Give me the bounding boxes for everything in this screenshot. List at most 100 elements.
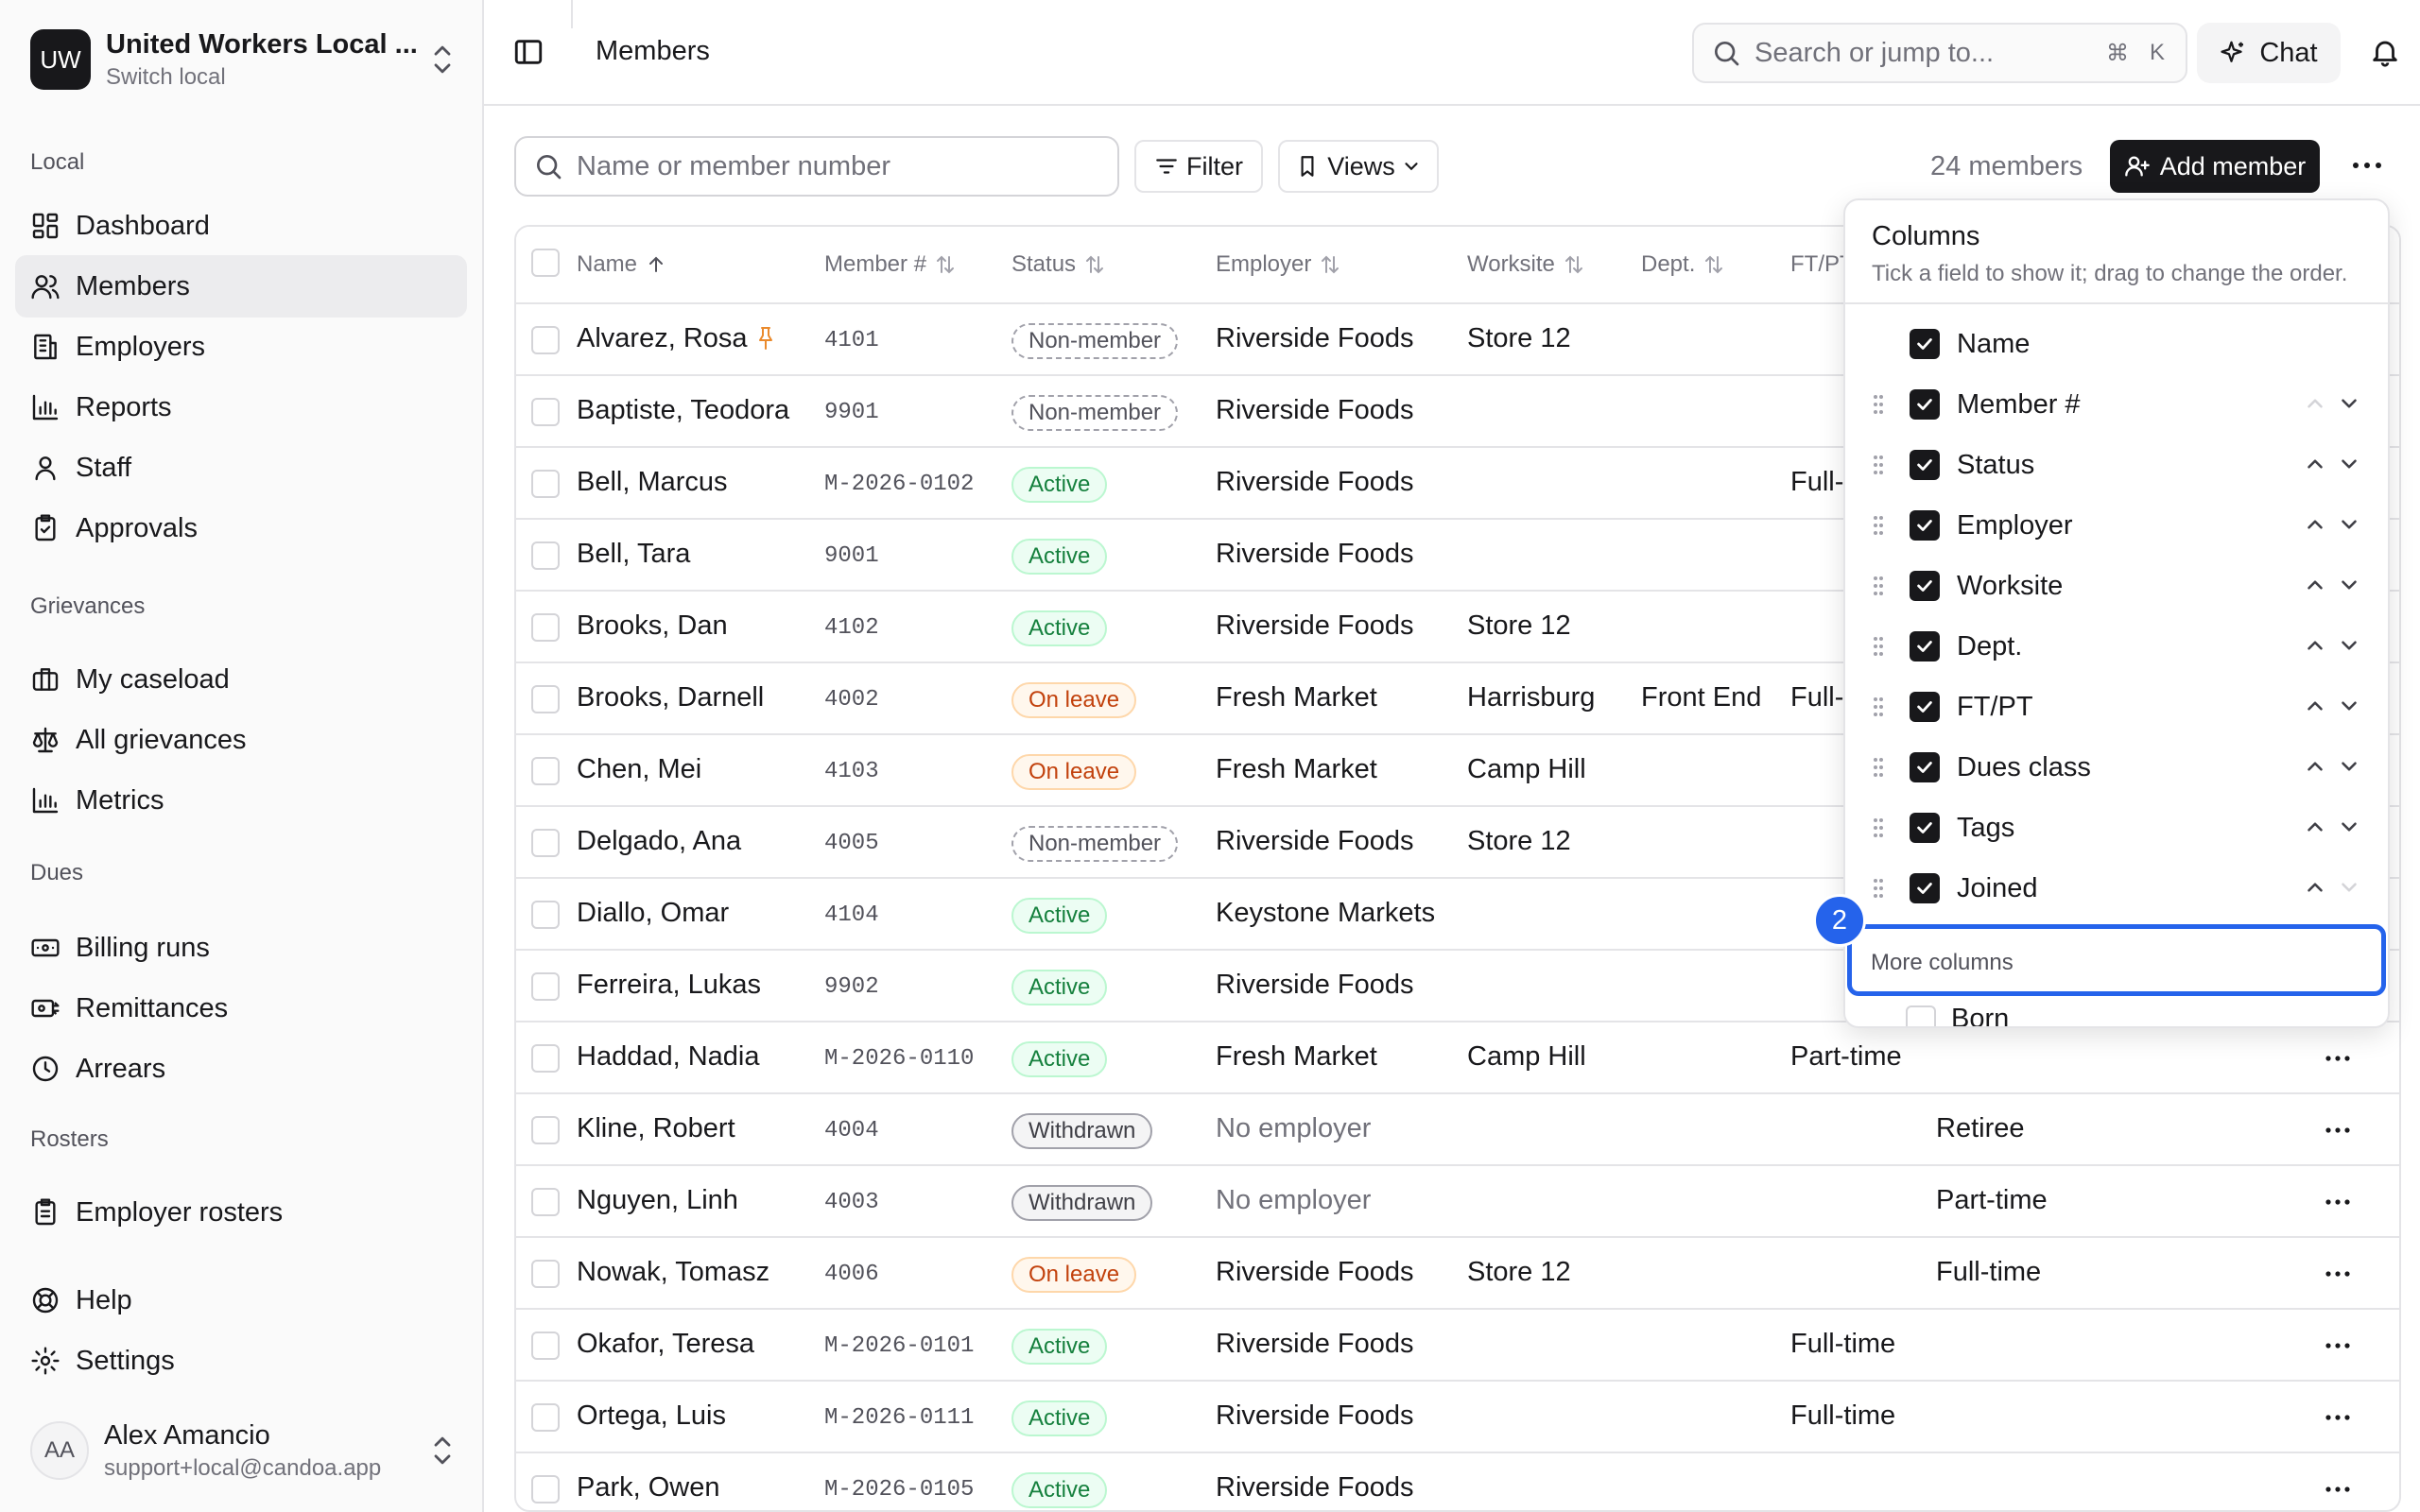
column-checkbox[interactable] xyxy=(1906,1005,1936,1026)
header-worksite[interactable]: Worksite xyxy=(1467,251,1585,278)
row-checkbox[interactable] xyxy=(531,972,560,1001)
column-option-dept[interactable]: Dept. xyxy=(1845,616,2388,677)
member-name[interactable]: Ortega, Luis xyxy=(577,1400,726,1432)
row-more-icon[interactable] xyxy=(2324,1194,2352,1210)
sidebar-item-employer-rosters[interactable]: Employer rosters xyxy=(15,1181,467,1244)
table-row[interactable]: Park, Owen M-2026-0105 Active Riverside Foo… xyxy=(516,1453,2399,1510)
sidebar-item-employers[interactable]: Employers xyxy=(15,316,467,378)
sidebar-item-my-caseload[interactable]: My caseload xyxy=(15,648,467,711)
column-option-member[interactable]: Member # xyxy=(1845,374,2388,435)
sidebar-item-reports[interactable]: Reports xyxy=(15,376,467,438)
move-down-icon[interactable] xyxy=(2337,875,2361,900)
row-checkbox[interactable] xyxy=(531,398,560,426)
bell-icon[interactable] xyxy=(2369,36,2401,68)
member-name[interactable]: Nowak, Tomasz xyxy=(577,1257,769,1288)
sidebar-item-help[interactable]: Help xyxy=(15,1269,467,1332)
table-row[interactable]: Haddad, Nadia M-2026-0110 Active Fresh Mark… xyxy=(516,1022,2399,1094)
column-option-born[interactable]: Born xyxy=(1845,1000,2388,1026)
table-row[interactable]: Ortega, Luis M-2026-0111 Active Riverside F… xyxy=(516,1382,2399,1453)
row-checkbox[interactable] xyxy=(531,1475,560,1503)
row-more-icon[interactable] xyxy=(2324,1482,2352,1497)
more-options-icon[interactable] xyxy=(2348,151,2386,180)
row-checkbox[interactable] xyxy=(531,470,560,498)
move-up-icon[interactable] xyxy=(2303,754,2327,779)
drag-handle-icon[interactable] xyxy=(1872,877,1885,900)
row-checkbox[interactable] xyxy=(531,685,560,713)
chat-button[interactable]: Chat xyxy=(2197,23,2341,83)
row-more-icon[interactable] xyxy=(2324,1051,2352,1066)
member-name[interactable]: Baptiste, Teodora xyxy=(577,395,789,426)
member-name[interactable]: Chen, Mei xyxy=(577,754,701,785)
drag-handle-icon[interactable] xyxy=(1872,514,1885,537)
row-more-icon[interactable] xyxy=(2324,1123,2352,1138)
header-member[interactable]: Member # xyxy=(824,251,957,278)
table-row[interactable]: Okafor, Teresa M-2026-0101 Active Riverside… xyxy=(516,1310,2399,1382)
drag-handle-icon[interactable] xyxy=(1872,696,1885,718)
move-up-icon[interactable] xyxy=(2303,694,2327,718)
column-checkbox[interactable] xyxy=(1910,752,1940,782)
member-name[interactable]: Diallo, Omar xyxy=(577,898,729,929)
sidebar-item-billing-runs[interactable]: Billing runs xyxy=(15,917,467,979)
move-up-icon[interactable] xyxy=(2303,452,2327,476)
global-search[interactable]: Search or jump to... ⌘ K xyxy=(1692,23,2187,83)
sidebar-item-remittances[interactable]: Remittances xyxy=(15,977,467,1040)
drag-handle-icon[interactable] xyxy=(1872,393,1885,416)
row-checkbox[interactable] xyxy=(531,829,560,857)
column-option-status[interactable]: Status xyxy=(1845,435,2388,495)
move-up-icon[interactable] xyxy=(2303,391,2327,416)
column-option-ft-pt[interactable]: FT/PT xyxy=(1845,677,2388,737)
drag-handle-icon[interactable] xyxy=(1872,756,1885,779)
member-name[interactable]: Kline, Robert xyxy=(577,1113,735,1144)
move-down-icon[interactable] xyxy=(2337,391,2361,416)
column-checkbox[interactable] xyxy=(1910,571,1940,601)
row-checkbox[interactable] xyxy=(531,901,560,929)
row-checkbox[interactable] xyxy=(531,1260,560,1288)
row-checkbox[interactable] xyxy=(531,1332,560,1360)
header-employer[interactable]: Employer xyxy=(1216,251,1341,278)
more-columns-section[interactable]: More columns xyxy=(1847,924,2386,996)
column-checkbox[interactable] xyxy=(1910,450,1940,480)
member-name[interactable]: Delgado, Ana xyxy=(577,826,741,857)
move-up-icon[interactable] xyxy=(2303,633,2327,658)
select-all-checkbox[interactable] xyxy=(531,249,560,277)
row-more-icon[interactable] xyxy=(2324,1266,2352,1281)
column-checkbox[interactable] xyxy=(1910,631,1940,662)
row-more-icon[interactable] xyxy=(2324,1338,2352,1353)
table-row[interactable]: Nguyen, Linh 4003 Withdrawn No employer Part… xyxy=(516,1166,2399,1238)
sidebar-item-arrears[interactable]: Arrears xyxy=(15,1038,467,1100)
column-option-employer[interactable]: Employer xyxy=(1845,495,2388,556)
sidebar-item-approvals[interactable]: Approvals xyxy=(15,497,467,559)
row-checkbox[interactable] xyxy=(531,1044,560,1073)
member-search-input[interactable]: Name or member number xyxy=(514,136,1119,197)
row-checkbox[interactable] xyxy=(531,613,560,642)
member-name[interactable]: Alvarez, Rosa xyxy=(577,323,748,354)
move-down-icon[interactable] xyxy=(2337,754,2361,779)
row-more-icon[interactable] xyxy=(2324,1410,2352,1425)
member-name[interactable]: Nguyen, Linh xyxy=(577,1185,738,1216)
drag-handle-icon[interactable] xyxy=(1872,816,1885,839)
sidebar-item-settings[interactable]: Settings xyxy=(15,1330,467,1392)
member-name[interactable]: Haddad, Nadia xyxy=(577,1041,759,1073)
user-menu[interactable]: AA Alex Amancio support+local@candoa.app xyxy=(30,1419,456,1482)
drag-handle-icon[interactable] xyxy=(1872,454,1885,476)
column-checkbox[interactable] xyxy=(1910,329,1940,359)
column-checkbox[interactable] xyxy=(1910,510,1940,541)
move-up-icon[interactable] xyxy=(2303,875,2327,900)
header-dept[interactable]: Dept. xyxy=(1641,251,1725,278)
column-option-tags[interactable]: Tags xyxy=(1845,798,2388,858)
add-member-button[interactable]: Add member xyxy=(2110,140,2320,193)
row-checkbox[interactable] xyxy=(531,1403,560,1432)
sidebar-item-staff[interactable]: Staff xyxy=(15,437,467,499)
column-option-joined[interactable]: Joined xyxy=(1845,858,2388,919)
sidebar-item-members[interactable]: Members xyxy=(15,255,467,318)
row-checkbox[interactable] xyxy=(531,757,560,785)
member-name[interactable]: Park, Owen xyxy=(577,1472,720,1503)
member-name[interactable]: Brooks, Darnell xyxy=(577,682,764,713)
sidebar-item-all-grievances[interactable]: All grievances xyxy=(15,709,467,771)
member-name[interactable]: Brooks, Dan xyxy=(577,610,728,642)
header-name[interactable]: Name xyxy=(577,251,667,278)
row-checkbox[interactable] xyxy=(531,1188,560,1216)
drag-handle-icon[interactable] xyxy=(1872,635,1885,658)
drag-handle-icon[interactable] xyxy=(1872,575,1885,597)
header-status[interactable]: Status xyxy=(1011,251,1106,278)
